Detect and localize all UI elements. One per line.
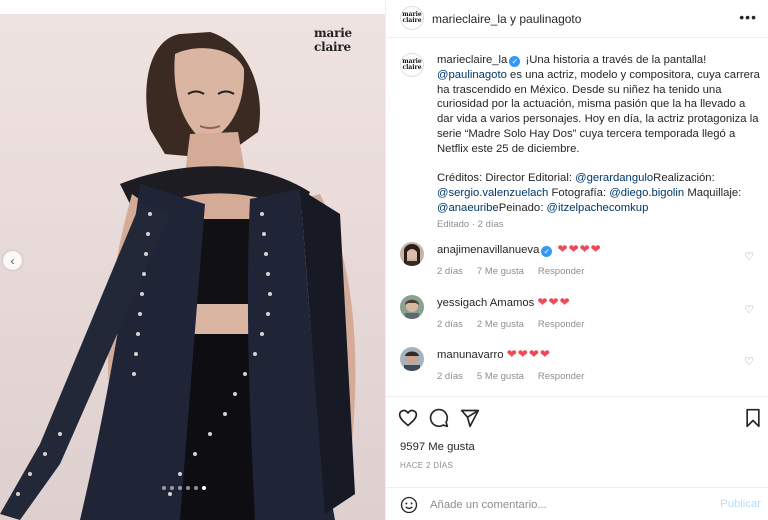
heart-icon[interactable]: ♡: [744, 303, 754, 316]
carousel-dot: [170, 486, 174, 490]
mention-link[interactable]: @gerardangulo: [575, 172, 653, 184]
comment-text: Amamos: [489, 297, 535, 309]
comment-meta: 2 días 7 Me gusta Responder: [437, 266, 760, 277]
chevron-left-icon[interactable]: ‹: [3, 251, 22, 270]
comment-icon[interactable]: [429, 408, 449, 428]
avatar-label-line: claire: [402, 64, 422, 71]
carousel-dot: [194, 486, 198, 490]
comment-time: 2 días: [437, 266, 463, 277]
heart-icon[interactable]: ♡: [744, 250, 754, 263]
comment-input[interactable]: [430, 497, 700, 513]
heart-icon[interactable]: [398, 408, 418, 428]
add-comment-bar: Publicar: [386, 487, 768, 520]
comment-item: yessigach Amamos ❤❤❤ 2 días 2 Me gusta R…: [400, 295, 760, 330]
caption-headline: ¡Una historia a través de la pantalla!: [525, 54, 707, 66]
caption-meta: Editado · 2 días: [437, 218, 504, 230]
comment-body: yessigach Amamos ❤❤❤: [437, 295, 760, 310]
verified-icon: ✓: [509, 56, 521, 67]
post-caption: marie claire marieclaire_la ✓ ¡Una histor…: [400, 53, 760, 230]
post-button[interactable]: Publicar: [720, 498, 761, 510]
comments-area[interactable]: marie claire marieclaire_la ✓ ¡Una histor…: [386, 39, 768, 397]
model-figure-illustration: [0, 32, 356, 520]
comment-meta: 2 días 5 Me gusta Responder: [437, 371, 760, 382]
caption-body: es una actriz, modelo y compositora, cuy…: [437, 68, 760, 155]
post-sidebar: marie claire marieclaire_la y paulinagot…: [385, 0, 768, 520]
instagram-post-view: marie claire ‹ marie claire marieclaire_…: [0, 0, 768, 520]
credit-role: Realización:: [653, 172, 715, 185]
mention-link[interactable]: @paulinagoto: [437, 69, 507, 81]
carousel-dot: [186, 486, 190, 490]
credit-role: Maquillaje:: [687, 187, 742, 200]
reply-button[interactable]: Responder: [538, 319, 584, 330]
mention-link[interactable]: @sergio.valenzuelach: [437, 187, 548, 199]
brand-watermark: marie claire: [314, 26, 352, 54]
comment-time: 2 días: [437, 371, 463, 382]
share-icon[interactable]: [460, 408, 480, 428]
post-author-title[interactable]: marieclaire_la y paulinagoto: [432, 12, 581, 26]
more-icon[interactable]: •••: [739, 9, 757, 25]
mention-link[interactable]: @itzelpachecomkup: [546, 202, 648, 214]
verified-icon: ✓: [541, 246, 553, 257]
top-strip: [0, 0, 385, 14]
emoji-icon[interactable]: [400, 496, 418, 514]
carousel-dot: [162, 486, 166, 490]
avatar[interactable]: marie claire: [400, 53, 424, 77]
comment-username[interactable]: anajimenavillanueva: [437, 244, 539, 256]
comment-likes[interactable]: 5 Me gusta: [477, 371, 524, 382]
comment-meta: 2 días 2 Me gusta Responder: [437, 319, 760, 330]
comment-likes[interactable]: 7 Me gusta: [477, 266, 524, 277]
carousel-dot-active: [202, 486, 206, 490]
heart-emoji: ❤❤❤❤: [557, 242, 602, 256]
avatar-label-line: claire: [402, 17, 422, 24]
carousel-dot: [178, 486, 182, 490]
comment-likes[interactable]: 2 Me gusta: [477, 319, 524, 330]
caption-text: marieclaire_la ✓ ¡Una historia a través d…: [437, 53, 760, 216]
post-timestamp: HACE 2 DÍAS: [400, 461, 454, 470]
comment-body: manunavarro ❤❤❤❤: [437, 347, 760, 362]
heart-emoji: ❤❤❤: [537, 295, 571, 309]
comment-item: manunavarro ❤❤❤❤ 2 días 5 Me gusta Respo…: [400, 347, 760, 382]
avatar[interactable]: [400, 347, 424, 371]
caption-username[interactable]: marieclaire_la: [437, 54, 507, 66]
credit-role: Fotografía:: [551, 187, 607, 200]
likes-count[interactable]: 9597 Me gusta: [400, 441, 475, 453]
comment-body: anajimenavillanueva ✓ ❤❤❤❤: [437, 242, 760, 257]
reply-button[interactable]: Responder: [538, 371, 584, 382]
avatar[interactable]: marie claire: [400, 6, 424, 30]
heart-emoji: ❤❤❤❤: [506, 347, 551, 361]
post-photo[interactable]: marie claire ‹: [0, 14, 385, 520]
comment-item: anajimenavillanueva ✓ ❤❤❤❤ 2 días 7 Me gu…: [400, 242, 760, 277]
mention-link[interactable]: @diego.bigolin: [609, 187, 684, 199]
credit-role: Peinado:: [498, 201, 544, 214]
post-actions: [386, 398, 768, 438]
avatar[interactable]: [400, 242, 424, 266]
mention-link[interactable]: @anaeuribe: [437, 202, 499, 214]
heart-icon[interactable]: ♡: [744, 355, 754, 368]
comment-username[interactable]: yessigach: [437, 297, 487, 309]
credits-label: Créditos: Director Editorial:: [437, 172, 572, 185]
post-header: marie claire marieclaire_la y paulinagot…: [386, 0, 768, 38]
bookmark-icon[interactable]: [743, 408, 763, 428]
carousel-indicator: [162, 486, 206, 490]
reply-button[interactable]: Responder: [538, 266, 584, 277]
comment-time: 2 días: [437, 319, 463, 330]
avatar[interactable]: [400, 295, 424, 319]
comment-username[interactable]: manunavarro: [437, 349, 504, 361]
